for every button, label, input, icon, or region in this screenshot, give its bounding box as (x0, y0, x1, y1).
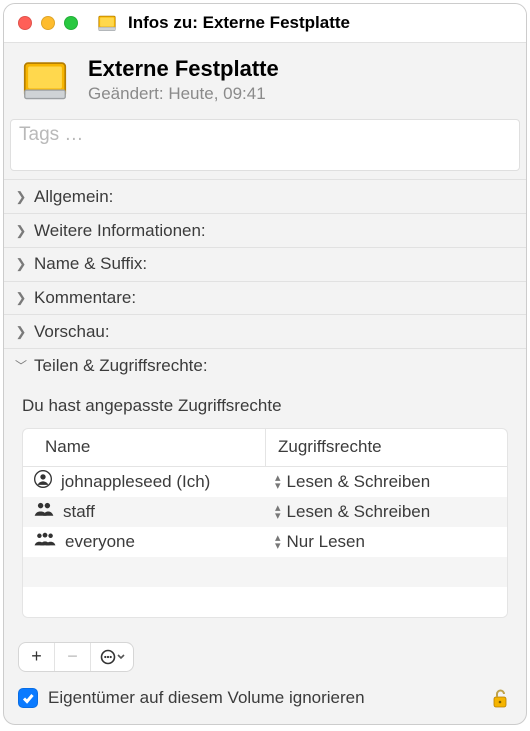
table-row[interactable]: everyone ▴▾ Nur Lesen (23, 527, 507, 557)
user-name: everyone (65, 532, 135, 552)
privilege-value[interactable]: Nur Lesen (287, 532, 365, 552)
table-row-empty (23, 557, 507, 587)
tags-field[interactable] (10, 119, 520, 171)
ignore-ownership-checkbox[interactable] (18, 688, 38, 708)
titlebar: Infos zu: Externe Festplatte (4, 4, 526, 43)
section-label: Name & Suffix: (34, 254, 147, 274)
stepper-icon[interactable]: ▴▾ (275, 474, 281, 490)
section-name-suffix[interactable]: ❯ Name & Suffix: (4, 247, 526, 281)
section-label: Kommentare: (34, 288, 136, 308)
permissions-table: Name Zugriffsrechte johnappleseed (Ich) … (22, 428, 508, 618)
footer: Eigentümer auf diesem Volume ignorieren (4, 672, 526, 724)
chevron-right-icon: ❯ (14, 290, 28, 306)
section-label: Vorschau: (34, 322, 110, 342)
zoom-button[interactable] (64, 16, 78, 30)
lock-icon[interactable] (488, 686, 512, 710)
group-icon (33, 529, 57, 554)
window-title: Infos zu: Externe Festplatte (128, 13, 350, 33)
section-comments[interactable]: ❯ Kommentare: (4, 281, 526, 315)
drive-icon (96, 12, 118, 34)
section-label: Allgemein: (34, 187, 113, 207)
action-menu-button[interactable] (91, 643, 133, 671)
section-general[interactable]: ❯ Allgemein: (4, 179, 526, 213)
info-window: Infos zu: Externe Festplatte Externe Fes… (3, 3, 527, 725)
user-name: johnappleseed (Ich) (61, 472, 210, 492)
chevron-right-icon: ❯ (14, 189, 28, 205)
table-row[interactable]: staff ▴▾ Lesen & Schreiben (23, 497, 507, 527)
column-privilege[interactable]: Zugriffsrechte (265, 429, 507, 467)
group-icon (33, 499, 55, 524)
item-name: Externe Festplatte (88, 56, 279, 82)
header: Externe Festplatte Geändert: Heute, 09:4… (4, 43, 526, 119)
chevron-right-icon: ❯ (14, 324, 28, 340)
permissions-panel: Du hast angepasste Zugriffsrechte Name Z… (4, 382, 526, 632)
minimize-button[interactable] (41, 16, 55, 30)
modified-label: Geändert: Heute, 09:41 (88, 84, 279, 104)
chevron-down-icon: ﹀ (14, 357, 28, 374)
custom-access-note: Du hast angepasste Zugriffsrechte (22, 396, 508, 416)
tags-input[interactable] (19, 124, 511, 146)
table-header: Name Zugriffsrechte (23, 429, 507, 467)
section-more-info[interactable]: ❯ Weitere Informationen: (4, 213, 526, 247)
section-label: Weitere Informationen: (34, 221, 206, 241)
remove-button[interactable]: − (55, 643, 91, 671)
window-controls (18, 16, 78, 30)
chevron-right-icon: ❯ (14, 223, 28, 239)
close-button[interactable] (18, 16, 32, 30)
chevron-right-icon: ❯ (14, 256, 28, 272)
person-icon (33, 469, 53, 494)
section-preview[interactable]: ❯ Vorschau: (4, 314, 526, 348)
section-sharing-permissions[interactable]: ﹀ Teilen & Zugriffsrechte: (4, 348, 526, 382)
drive-icon (18, 53, 72, 107)
table-row[interactable]: johnappleseed (Ich) ▴▾ Lesen & Schreiben (23, 467, 507, 497)
column-name[interactable]: Name (23, 429, 265, 467)
privilege-value[interactable]: Lesen & Schreiben (287, 472, 431, 492)
add-button[interactable]: + (19, 643, 55, 671)
permissions-toolbar: + − (4, 632, 526, 672)
ignore-ownership-label: Eigentümer auf diesem Volume ignorieren (48, 688, 365, 708)
add-remove-action-group: + − (18, 642, 134, 672)
stepper-icon[interactable]: ▴▾ (275, 504, 281, 520)
stepper-icon[interactable]: ▴▾ (275, 534, 281, 550)
table-row-empty (23, 587, 507, 617)
user-name: staff (63, 502, 95, 522)
privilege-value[interactable]: Lesen & Schreiben (287, 502, 431, 522)
section-label: Teilen & Zugriffsrechte: (34, 356, 208, 376)
